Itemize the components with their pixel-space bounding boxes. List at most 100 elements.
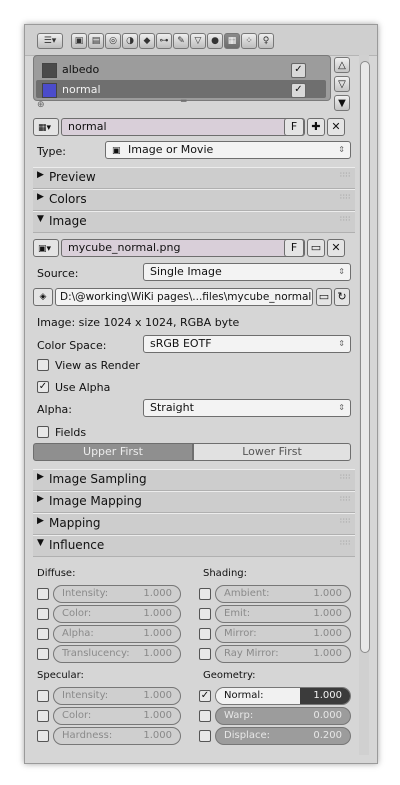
image-browse-icon[interactable]: ▣▾ [33, 239, 59, 257]
specials-icon[interactable]: ▼ [334, 95, 350, 111]
physics-icon[interactable]: ♀ [258, 33, 274, 49]
slider-name: Color: [62, 710, 92, 721]
collapsed-arrow-icon: ▶ [37, 494, 44, 504]
specular-label: Specular: [37, 670, 84, 681]
specular-hardness-slider[interactable]: Hardness: 1.000 [53, 727, 181, 745]
texture-browse-icon[interactable]: ▦▾ [33, 118, 59, 136]
geometry-normal-slider[interactable]: Normal: 1.000 [215, 687, 351, 705]
drag-grip-icon[interactable]: ∷∷ [340, 215, 351, 223]
particles-icon[interactable]: ⁘ [241, 33, 257, 49]
drag-grip-icon[interactable]: ∷∷ [340, 193, 351, 201]
texture-slot-list[interactable]: albedo ✓ normal ✓ [33, 55, 331, 101]
list-item[interactable]: albedo ✓ [36, 60, 326, 78]
object-icon[interactable]: ◆ [139, 33, 155, 49]
specular-hardness-checkbox[interactable] [37, 730, 49, 742]
render-icon[interactable]: ▣ [71, 33, 87, 49]
slider-value: 0.200 [313, 730, 342, 741]
editor-type-icon[interactable]: ☰▾ [37, 33, 63, 49]
panel-title: Mapping [49, 516, 101, 530]
diffuse-translucency-checkbox[interactable] [37, 648, 49, 660]
color-space-dropdown[interactable]: sRGB EOTF ⇕ [143, 335, 351, 353]
alpha-mode-dropdown[interactable]: Straight ⇕ [143, 399, 351, 417]
drag-grip-icon[interactable]: ∷∷ [340, 517, 351, 525]
editor-scrollbar-thumb[interactable] [360, 61, 370, 653]
shading-mirror-checkbox[interactable] [199, 628, 211, 640]
texture-name-field[interactable]: normal [61, 118, 305, 136]
texture-type-dropdown[interactable]: ▣ Image or Movie ⇕ [105, 141, 351, 159]
scene-icon[interactable]: ◎ [105, 33, 121, 49]
image-fake-user-button[interactable]: F [284, 239, 304, 257]
shading-emit-checkbox[interactable] [199, 608, 211, 620]
lower-first-label: Lower First [242, 445, 302, 458]
material-icon[interactable]: ● [207, 33, 223, 49]
constraint-icon[interactable]: ⊶ [156, 33, 172, 49]
move-up-icon[interactable]: △ [334, 57, 350, 73]
shading-emit-slider[interactable]: Emit: 1.000 [215, 605, 351, 623]
list-filter-icon[interactable]: ⊕ [37, 100, 45, 110]
texture-type-value: Image or Movie [128, 143, 214, 156]
geometry-warp-checkbox[interactable] [199, 710, 211, 722]
render-layers-icon[interactable]: ▤ [88, 33, 104, 49]
pack-icon[interactable]: ◈ [33, 288, 53, 306]
drag-grip-icon[interactable]: ∷∷ [340, 495, 351, 503]
slider-value: 1.000 [143, 588, 172, 599]
slot-enabled-checkbox[interactable]: ✓ [291, 83, 306, 98]
slider-value: 1.000 [143, 628, 172, 639]
view-as-render-checkbox[interactable] [37, 359, 49, 371]
drag-grip-icon[interactable]: ∷∷ [340, 473, 351, 481]
panel-influence[interactable]: ▼ Influence ∷∷ [33, 535, 355, 557]
image-name-field[interactable]: mycube_normal.png [61, 239, 305, 257]
browse-file-icon[interactable]: ▭ [316, 288, 332, 306]
panel-mapping[interactable]: ▶ Mapping ∷∷ [33, 513, 355, 535]
texture-icon[interactable]: ▦ [224, 33, 240, 49]
upper-first-toggle[interactable]: Upper First [33, 443, 193, 461]
panel-image-sampling[interactable]: ▶ Image Sampling ∷∷ [33, 469, 355, 491]
geometry-displace-slider[interactable]: Displace: 0.200 [215, 727, 351, 745]
image-path-field[interactable]: D:\@working\WiKi pages\...files\mycube_n… [55, 288, 313, 306]
diffuse-color-checkbox[interactable] [37, 608, 49, 620]
panel-colors[interactable]: ▶ Colors ∷∷ [33, 189, 355, 211]
move-down-icon[interactable]: ▽ [334, 76, 350, 92]
panel-image[interactable]: ▼ Image ∷∷ [33, 211, 355, 233]
geometry-displace-checkbox[interactable] [199, 730, 211, 742]
diffuse-alpha-checkbox[interactable] [37, 628, 49, 640]
geometry-normal-checkbox[interactable]: ✓ [199, 690, 211, 702]
panel-image-mapping[interactable]: ▶ Image Mapping ∷∷ [33, 491, 355, 513]
image-unlink-icon[interactable]: ✕ [327, 239, 345, 257]
drag-grip-icon[interactable]: ∷∷ [340, 539, 351, 547]
specular-intensity-checkbox[interactable] [37, 690, 49, 702]
source-dropdown[interactable]: Single Image ⇕ [143, 263, 351, 281]
new-texture-icon[interactable]: ✚ [307, 118, 325, 136]
world-icon[interactable]: ◑ [122, 33, 138, 49]
diffuse-intensity-checkbox[interactable] [37, 588, 49, 600]
geometry-warp-slider[interactable]: Warp: 0.000 [215, 707, 351, 725]
specular-color-slider[interactable]: Color: 1.000 [53, 707, 181, 725]
shading-ray-mirror-checkbox[interactable] [199, 648, 211, 660]
shading-ambient-slider[interactable]: Ambient: 1.000 [215, 585, 351, 603]
list-resize-handle[interactable]: ═ [181, 97, 186, 107]
diffuse-intensity-slider[interactable]: Intensity: 1.000 [53, 585, 181, 603]
shading-mirror-slider[interactable]: Mirror: 1.000 [215, 625, 351, 643]
panel-preview[interactable]: ▶ Preview ∷∷ [33, 167, 355, 189]
shading-ambient-checkbox[interactable] [199, 588, 211, 600]
slot-enabled-checkbox[interactable]: ✓ [291, 63, 306, 78]
fields-checkbox[interactable] [37, 426, 49, 438]
slider-name: Emit: [224, 608, 251, 619]
unlink-icon[interactable]: ✕ [327, 118, 345, 136]
drag-grip-icon[interactable]: ∷∷ [340, 171, 351, 179]
slider-value: 1.000 [143, 690, 172, 701]
open-image-icon[interactable]: ▭ [307, 239, 325, 257]
modifier-icon[interactable]: ✎ [173, 33, 189, 49]
list-item[interactable]: normal ✓ [36, 80, 326, 98]
shading-ray-mirror-slider[interactable]: Ray Mirror: 1.000 [215, 645, 351, 663]
fake-user-button[interactable]: F [284, 118, 304, 136]
data-icon[interactable]: ▽ [190, 33, 206, 49]
specular-color-checkbox[interactable] [37, 710, 49, 722]
diffuse-translucency-slider[interactable]: Translucency: 1.000 [53, 645, 181, 663]
reload-icon[interactable]: ↻ [334, 288, 350, 306]
diffuse-color-slider[interactable]: Color: 1.000 [53, 605, 181, 623]
use-alpha-checkbox[interactable]: ✓ [37, 381, 49, 393]
lower-first-toggle[interactable]: Lower First [193, 443, 351, 461]
diffuse-alpha-slider[interactable]: Alpha: 1.000 [53, 625, 181, 643]
specular-intensity-slider[interactable]: Intensity: 1.000 [53, 687, 181, 705]
